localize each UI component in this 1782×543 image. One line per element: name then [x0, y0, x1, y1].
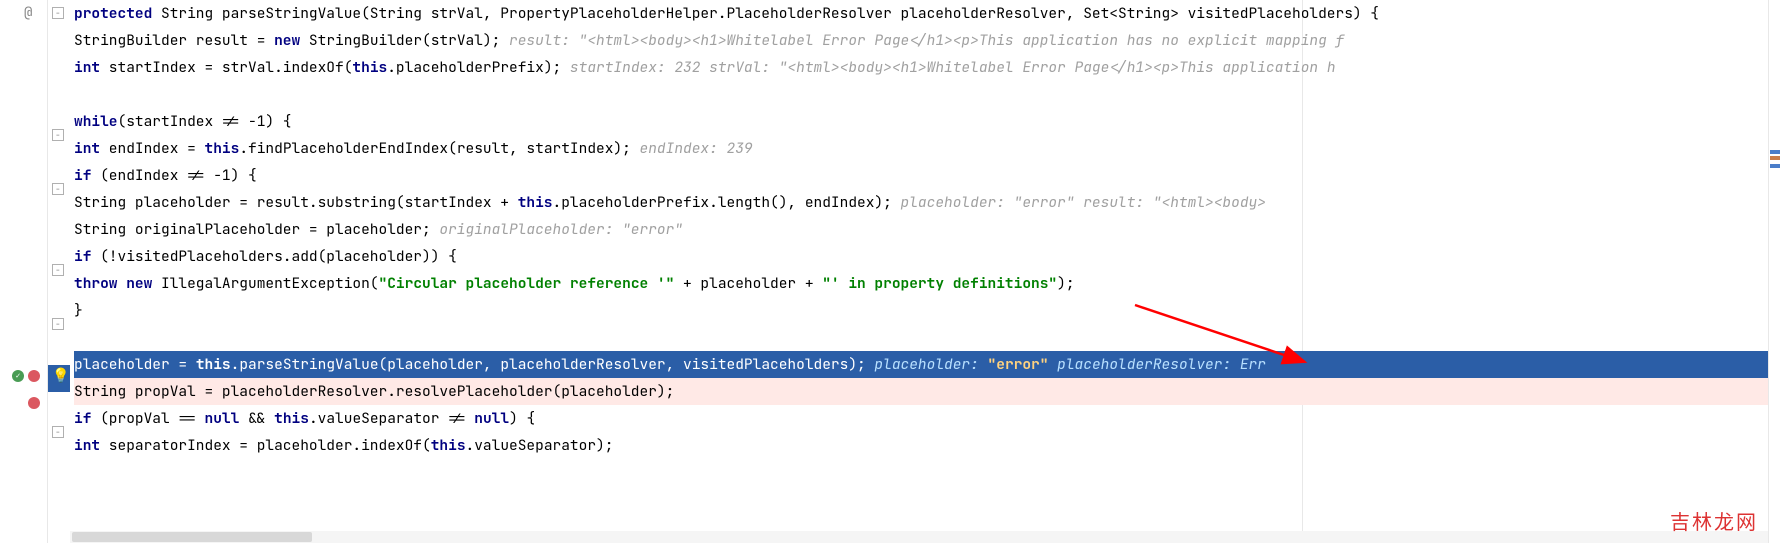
inlay-hint: originalPlaceholder: "error": [431, 220, 683, 239]
breakpoint-verified-icon[interactable]: ✓: [12, 370, 24, 382]
keyword: if: [74, 247, 91, 266]
fold-toggle-icon[interactable]: −: [52, 183, 64, 195]
code-text: IllegalArgumentException(: [152, 274, 378, 293]
inlay-hint: placeholder:: [866, 355, 988, 374]
code-line-blank: [74, 324, 1782, 351]
code-text: String placeholder = result.substring(st…: [74, 193, 518, 212]
code-editor: @ ✓ − − − − − − 💡 protected String parse…: [0, 0, 1782, 543]
keyword: protected: [74, 4, 152, 23]
stripe-marker[interactable]: [1770, 150, 1780, 154]
code-content-area[interactable]: protected String parseStringValue(String…: [70, 0, 1782, 543]
code-line: throw new IllegalArgumentException("Circ…: [74, 270, 1782, 297]
code-text: startIndex = strVal.indexOf(: [100, 58, 352, 77]
fold-toggle-icon[interactable]: −: [52, 7, 64, 19]
inlay-hint: placeholderResolver: Err: [1048, 355, 1266, 374]
code-line: String originalPlaceholder = placeholder…: [74, 216, 1782, 243]
code-text: .parseStringValue(placeholder, placehold…: [231, 355, 866, 374]
code-text: placeholder =: [74, 355, 196, 374]
keyword: throw new: [74, 274, 152, 293]
fold-toggle-icon[interactable]: −: [52, 129, 64, 141]
code-line: }: [74, 297, 1782, 324]
inlay-hint-value: "error": [988, 355, 1049, 374]
stripe-marker[interactable]: [1770, 164, 1780, 168]
fold-toggle-icon[interactable]: −: [52, 426, 64, 438]
gutter-fold-column[interactable]: − − − − − − 💡: [48, 0, 70, 543]
watermark-text: 吉林龙网: [1670, 506, 1758, 535]
keyword: if: [74, 409, 91, 428]
code-line: int startIndex = strVal.indexOf(this.pla…: [74, 54, 1782, 81]
code-text: String parseStringValue(String strVal, P…: [152, 4, 1379, 23]
string-literal: "Circular placeholder reference '": [379, 274, 675, 293]
breakpoint-icon[interactable]: [28, 397, 40, 409]
fold-toggle-icon[interactable]: −: [52, 264, 64, 276]
code-line: if (!visitedPlaceholders.add(placeholder…: [74, 243, 1782, 270]
code-line: String propVal = placeholderResolver.res…: [74, 378, 1782, 405]
code-text: String originalPlaceholder = placeholder…: [74, 220, 431, 239]
code-text: separatorIndex = placeholder.indexOf(: [100, 436, 431, 455]
code-text: endIndex =: [100, 139, 204, 158]
code-line-blank: [74, 81, 1782, 108]
code-line: int endIndex = this.findPlaceholderEndIn…: [74, 135, 1782, 162]
code-text: StringBuilder(strVal);: [300, 31, 500, 50]
scrollbar-thumb[interactable]: [72, 532, 312, 542]
code-text: ) {: [509, 409, 535, 428]
code-line: int separatorIndex = placeholder.indexOf…: [74, 432, 1782, 459]
code-text: .findPlaceholderEndIndex(result, startIn…: [239, 139, 631, 158]
code-text: (propVal ==: [91, 409, 204, 428]
keyword: this: [431, 436, 466, 455]
code-text: String propVal = placeholderResolver.res…: [74, 382, 674, 401]
keyword: null: [205, 409, 240, 428]
keyword: this: [518, 193, 553, 212]
keyword: while: [74, 112, 118, 131]
override-marker[interactable]: @: [24, 4, 32, 22]
string-literal: "' in property definitions": [822, 274, 1057, 293]
keyword: this: [196, 355, 231, 374]
keyword: this: [274, 409, 309, 428]
code-text: + placeholder +: [674, 274, 822, 293]
keyword: if: [74, 166, 91, 185]
keyword: int: [74, 139, 100, 158]
code-line: protected String parseStringValue(String…: [74, 0, 1782, 27]
inlay-hint: endIndex: 239: [631, 139, 753, 158]
keyword: this: [205, 139, 240, 158]
horizontal-scrollbar[interactable]: [70, 531, 1768, 543]
inlay-hint: result: "<html><body><h1>Whitelabel Erro…: [500, 31, 1344, 50]
keyword: new: [274, 31, 300, 50]
code-text: (startIndex != -1) {: [118, 112, 292, 131]
code-text: .placeholderPrefix);: [387, 58, 561, 77]
code-text: .placeholderPrefix.length(), endIndex);: [553, 193, 892, 212]
keyword: null: [474, 409, 509, 428]
code-text: }: [74, 301, 83, 320]
code-text: StringBuilder result =: [74, 31, 274, 50]
inlay-hint: placeholder: "error" result: "<html><bod…: [892, 193, 1266, 212]
keyword: int: [74, 58, 100, 77]
keyword: int: [74, 436, 100, 455]
code-text: .valueSeparator);: [466, 436, 614, 455]
code-line: while(startIndex != -1) {: [74, 108, 1782, 135]
code-text: );: [1057, 274, 1074, 293]
keyword: this: [352, 58, 387, 77]
error-stripe[interactable]: [1768, 0, 1782, 543]
code-line: if (propVal == null && this.valueSeparat…: [74, 405, 1782, 432]
code-text: .valueSeparator !=: [309, 409, 474, 428]
code-text: (!visitedPlaceholders.add(placeholder)) …: [91, 247, 456, 266]
fold-toggle-icon[interactable]: −: [52, 318, 64, 330]
execution-line[interactable]: placeholder = this.parseStringValue(plac…: [74, 351, 1782, 378]
breakpoint-icon[interactable]: [28, 370, 40, 382]
intention-bulb-icon[interactable]: 💡: [52, 367, 66, 381]
code-line: StringBuilder result = new StringBuilder…: [74, 27, 1782, 54]
stripe-marker[interactable]: [1770, 156, 1780, 160]
code-line: if (endIndex != -1) {: [74, 162, 1782, 189]
code-line: String placeholder = result.substring(st…: [74, 189, 1782, 216]
gutter-change-markers[interactable]: @ ✓: [0, 0, 48, 543]
code-text: &&: [239, 409, 274, 428]
inlay-hint: startIndex: 232 strVal: "<html><body><h1…: [561, 58, 1335, 77]
code-text: (endIndex != -1) {: [91, 166, 256, 185]
